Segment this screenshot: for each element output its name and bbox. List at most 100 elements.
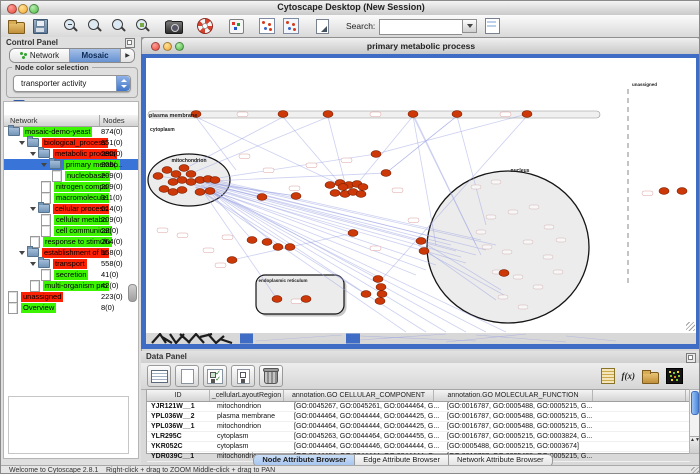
network-node[interactable] <box>348 230 358 237</box>
table-scrollbar[interactable]: ▲▼ <box>689 389 700 454</box>
zoom-fit-icon[interactable] <box>110 18 128 35</box>
unselect-attributes-button[interactable] <box>231 365 255 387</box>
formula-icon[interactable]: f(x) <box>622 371 636 381</box>
network-node[interactable] <box>179 165 189 172</box>
snapshot-icon[interactable] <box>165 18 183 35</box>
table-row[interactable]: YLR295Ccytoplasm[GO:0045263, GO:0044464,… <box>147 432 690 442</box>
network-node[interactable] <box>376 284 386 291</box>
column-header-ID[interactable]: ID <box>147 390 210 401</box>
network-node[interactable] <box>177 177 187 184</box>
tree-row-unassigned[interactable]: unassigned223(0) <box>4 291 138 302</box>
network-node[interactable] <box>358 184 368 191</box>
network-node[interactable] <box>291 193 301 200</box>
attribute-matrix-icon[interactable] <box>601 368 615 384</box>
expander-icon[interactable] <box>30 152 36 156</box>
tree-row-cellular-process[interactable]: cellular process614(0) <box>4 203 138 214</box>
table-scrollbar-arrows[interactable]: ▲▼ <box>690 436 699 453</box>
select-attributes-button[interactable] <box>203 365 227 387</box>
edge[interactable] <box>212 173 386 181</box>
network-node[interactable] <box>356 191 366 198</box>
network-node[interactable] <box>408 111 418 118</box>
table-row[interactable]: YPL036W__1mitochondrion[GO:0044464, GO:0… <box>147 422 690 432</box>
network-node[interactable] <box>330 190 340 197</box>
search-dropdown-button[interactable] <box>462 19 477 33</box>
vizmapper-icon[interactable] <box>227 18 245 35</box>
zoom-in-icon[interactable] <box>86 18 104 35</box>
heatmap-icon[interactable] <box>666 368 683 384</box>
destroy-network-view-icon[interactable] <box>282 18 300 35</box>
save-icon[interactable] <box>31 18 49 35</box>
help-lifebuoy-icon[interactable] <box>196 18 214 35</box>
zoom-selected-icon[interactable] <box>134 18 152 35</box>
network-node[interactable] <box>373 276 383 283</box>
network-canvas[interactable]: plasma membranecytoplasmmitochondrionnuc… <box>146 58 696 333</box>
network-node[interactable] <box>171 171 181 178</box>
network-node[interactable] <box>162 167 172 174</box>
expander-icon[interactable] <box>30 262 36 266</box>
tree-row-cell-communicat[interactable]: cell communicat22(0) <box>4 225 138 236</box>
column-header-annotation.GO MOLECULAR_FUNCTION[interactable]: annotation.GO MOLECULAR_FUNCTION <box>434 390 593 401</box>
column-header-empty[interactable] <box>593 390 686 401</box>
table-button[interactable] <box>147 365 171 387</box>
tree-row-establishment-of-lo[interactable]: establishment of lo558(0) <box>4 247 138 258</box>
tree-scrollbar-thumb[interactable] <box>128 284 137 302</box>
network-node[interactable] <box>452 111 462 118</box>
network-node[interactable] <box>659 188 669 195</box>
tree-row-transport[interactable]: transport558(0) <box>4 258 138 269</box>
network-node[interactable] <box>186 179 196 186</box>
network-node[interactable] <box>419 248 429 255</box>
expander-icon[interactable] <box>30 207 36 211</box>
expander-icon[interactable] <box>19 251 25 255</box>
network-node[interactable] <box>522 111 532 118</box>
node-color-dropdown[interactable]: transporter activity <box>13 75 131 92</box>
network-node[interactable] <box>361 291 371 298</box>
network-node[interactable] <box>159 186 169 193</box>
create-network-view-icon[interactable] <box>258 18 276 35</box>
window-resize-grip[interactable] <box>691 467 700 474</box>
trash-button[interactable] <box>259 365 283 387</box>
new-doc-button[interactable] <box>175 365 199 387</box>
table-scrollbar-thumb[interactable] <box>691 391 699 415</box>
tree-row-nucleobase-[interactable]: nucleobase-209(0) <box>4 170 138 181</box>
network-node[interactable] <box>205 188 215 195</box>
expander-icon[interactable] <box>41 163 47 167</box>
network-node[interactable] <box>272 296 282 303</box>
tree-row-biological-process[interactable]: biological_process651(0) <box>4 137 138 148</box>
tab-network[interactable]: Network <box>10 49 70 62</box>
network-overview-icon[interactable] <box>483 18 501 35</box>
tree-row-cellular-metabo[interactable]: cellular metabo209(0) <box>4 214 138 225</box>
float-panel-icon[interactable] <box>686 353 696 363</box>
tree-row-mosaic-demo-yeast[interactable]: mosaic-demo-yeast874(0) <box>4 126 138 137</box>
tree-row-nitrogen-compo[interactable]: nitrogen compo209(0) <box>4 181 138 192</box>
table-row[interactable]: YKR052Ccytoplasm[GO:0044464, GO:0044446,… <box>147 442 690 452</box>
network-node[interactable] <box>285 244 295 251</box>
tree-row-metabolic-process[interactable]: metabolic process280(0) <box>4 148 138 159</box>
edge[interactable] <box>212 154 376 179</box>
tree-row-primary-metabo[interactable]: primary metabo209(... <box>4 159 138 170</box>
annotation-icon[interactable] <box>313 18 331 35</box>
import-table-icon[interactable] <box>642 372 659 384</box>
expander-icon[interactable] <box>19 141 25 145</box>
network-node[interactable] <box>168 189 178 196</box>
network-node[interactable] <box>677 188 687 195</box>
network-node[interactable] <box>257 194 267 201</box>
tree-row-overview[interactable]: Overview8(0) <box>4 302 138 313</box>
network-node[interactable] <box>323 111 333 118</box>
table-row[interactable]: YPL036W__2plasma membrane[GO:0044464, GO… <box>147 412 690 422</box>
zoom-out-icon[interactable] <box>62 18 80 35</box>
network-node[interactable] <box>186 171 196 178</box>
view-resize-grip[interactable] <box>686 322 695 331</box>
network-node[interactable] <box>381 170 391 177</box>
column-header-annotation.GO CELLULAR_COMPONENT[interactable]: annotation.GO CELLULAR_COMPONENT <box>284 390 434 401</box>
column-header-_cellularLayoutRegion[interactable]: _cellularLayoutRegion <box>210 390 284 401</box>
tab-more[interactable]: ▶ <box>121 49 134 62</box>
table-row[interactable]: YJR121W__1mitochondrion[GO:0045267, GO:0… <box>147 402 690 412</box>
network-node[interactable] <box>416 238 426 245</box>
network-node[interactable] <box>153 173 163 180</box>
network-node[interactable] <box>325 182 335 189</box>
tree-row-response-to-stimulu[interactable]: response to stimulu264(0) <box>4 236 138 247</box>
network-node[interactable] <box>247 237 257 244</box>
network-node[interactable] <box>375 298 385 305</box>
tree-row-secretion[interactable]: secretion41(0) <box>4 269 138 280</box>
open-file-icon[interactable] <box>7 18 25 35</box>
